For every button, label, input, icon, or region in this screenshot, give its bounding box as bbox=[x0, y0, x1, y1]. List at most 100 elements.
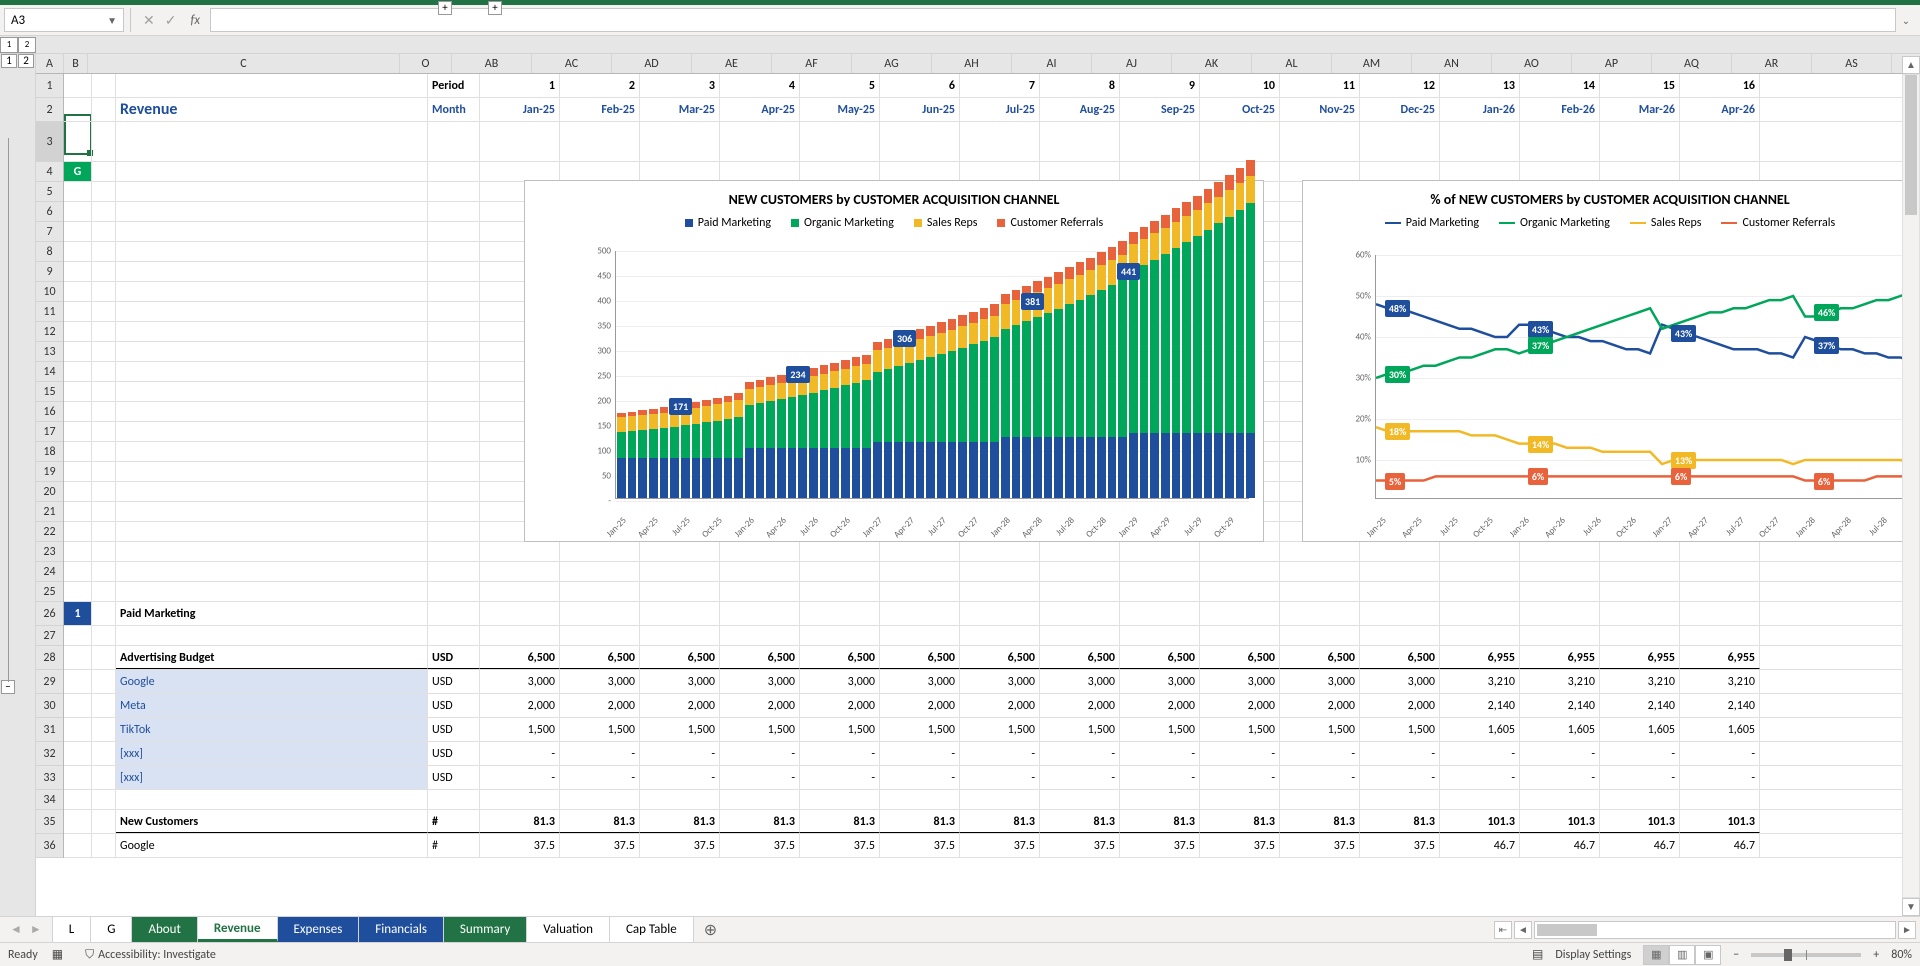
cell[interactable]: New Customers bbox=[116, 810, 428, 833]
g-badge[interactable]: G bbox=[64, 162, 92, 181]
cell[interactable] bbox=[800, 562, 880, 581]
cell[interactable] bbox=[480, 162, 560, 181]
col-header[interactable]: AF bbox=[772, 54, 852, 73]
cell[interactable] bbox=[1360, 602, 1440, 625]
tab-next-icon[interactable]: ► bbox=[30, 922, 42, 937]
cell[interactable] bbox=[1360, 542, 1440, 561]
cell[interactable]: 1,605 bbox=[1520, 718, 1600, 741]
scroll-thumb[interactable] bbox=[1905, 75, 1917, 215]
cell[interactable] bbox=[92, 542, 116, 561]
tab-prev-icon[interactable]: ◄ bbox=[10, 922, 22, 937]
cell[interactable] bbox=[428, 542, 480, 561]
row-header[interactable]: 6 bbox=[36, 202, 63, 222]
cell[interactable]: 37.5 bbox=[800, 834, 880, 857]
cell[interactable] bbox=[428, 442, 480, 461]
section-title[interactable]: Paid Marketing bbox=[116, 602, 428, 625]
row-header[interactable]: 18 bbox=[36, 442, 63, 462]
outline-expand-1[interactable]: + bbox=[438, 1, 452, 15]
cell[interactable] bbox=[1200, 562, 1280, 581]
cell[interactable]: 1,500 bbox=[720, 718, 800, 741]
horizontal-scrollbar[interactable]: ⇤ ◄ ► bbox=[1490, 917, 1920, 942]
cell[interactable]: [xxx] bbox=[116, 766, 428, 789]
cell[interactable]: 81.3 bbox=[1280, 810, 1360, 833]
cell[interactable]: 2,140 bbox=[1520, 694, 1600, 717]
cell[interactable] bbox=[64, 74, 92, 97]
row-header[interactable]: 21 bbox=[36, 502, 63, 522]
cell[interactable] bbox=[92, 562, 116, 581]
cell[interactable]: - bbox=[960, 766, 1040, 789]
cell[interactable] bbox=[1600, 790, 1680, 809]
cell[interactable]: - bbox=[1200, 742, 1280, 765]
cell[interactable]: 3,000 bbox=[1200, 670, 1280, 693]
cell[interactable] bbox=[880, 626, 960, 645]
cell[interactable] bbox=[1440, 626, 1520, 645]
cell[interactable] bbox=[1280, 582, 1360, 601]
row-header[interactable]: 30 bbox=[36, 694, 63, 718]
cell[interactable]: 6,955 bbox=[1600, 646, 1680, 669]
cell[interactable]: USD bbox=[428, 742, 480, 765]
cell[interactable] bbox=[880, 602, 960, 625]
cell[interactable]: 81.3 bbox=[1040, 810, 1120, 833]
tab-g[interactable]: G bbox=[91, 917, 132, 942]
col-header[interactable]: A bbox=[36, 54, 64, 73]
cell[interactable]: - bbox=[1600, 766, 1680, 789]
cell[interactable]: - bbox=[1120, 766, 1200, 789]
cell[interactable] bbox=[1600, 162, 1680, 181]
cell[interactable] bbox=[92, 382, 116, 401]
cell[interactable] bbox=[116, 582, 428, 601]
cell[interactable] bbox=[1680, 542, 1760, 561]
row-header[interactable]: 9 bbox=[36, 262, 63, 282]
cell[interactable] bbox=[560, 602, 640, 625]
cell[interactable] bbox=[1520, 602, 1600, 625]
row-header[interactable]: 1 bbox=[36, 74, 63, 98]
cell[interactable] bbox=[880, 162, 960, 181]
cell[interactable] bbox=[64, 242, 92, 261]
cell[interactable] bbox=[1440, 162, 1520, 181]
cell[interactable] bbox=[720, 602, 800, 625]
cell[interactable]: 3,000 bbox=[1120, 670, 1200, 693]
cell[interactable] bbox=[428, 342, 480, 361]
cell[interactable] bbox=[1600, 122, 1680, 161]
cell[interactable] bbox=[64, 542, 92, 561]
cell[interactable] bbox=[800, 122, 880, 161]
cell[interactable]: 81.3 bbox=[880, 810, 960, 833]
cell[interactable]: 6 bbox=[880, 74, 960, 97]
cell[interactable]: 6,500 bbox=[800, 646, 880, 669]
cell[interactable] bbox=[480, 790, 560, 809]
cell[interactable] bbox=[560, 542, 640, 561]
cell[interactable]: Apr-25 bbox=[720, 98, 800, 121]
cell[interactable]: - bbox=[1280, 742, 1360, 765]
cell[interactable] bbox=[880, 790, 960, 809]
cell[interactable]: 101.3 bbox=[1680, 810, 1760, 833]
chart-pct-customers[interactable]: % of NEW CUSTOMERS by CUSTOMER ACQUISITI… bbox=[1302, 180, 1918, 542]
cell[interactable] bbox=[560, 162, 640, 181]
row-header[interactable]: 15 bbox=[36, 382, 63, 402]
cell[interactable] bbox=[720, 626, 800, 645]
row-header[interactable]: 20 bbox=[36, 482, 63, 502]
cancel-icon[interactable]: ✕ bbox=[143, 12, 155, 29]
cell[interactable] bbox=[1280, 542, 1360, 561]
cell[interactable]: 6,500 bbox=[640, 646, 720, 669]
tab-financials[interactable]: Financials bbox=[359, 917, 444, 942]
cell[interactable] bbox=[92, 322, 116, 341]
cell[interactable] bbox=[1680, 122, 1760, 161]
cell[interactable] bbox=[64, 322, 92, 341]
cell[interactable]: 1,500 bbox=[1200, 718, 1280, 741]
cell[interactable] bbox=[116, 262, 428, 281]
cell[interactable]: - bbox=[960, 742, 1040, 765]
row-header[interactable]: 34 bbox=[36, 790, 63, 810]
cell[interactable]: Period bbox=[428, 74, 480, 97]
cell[interactable]: 3,210 bbox=[1440, 670, 1520, 693]
cell[interactable] bbox=[960, 162, 1040, 181]
cell[interactable]: USD bbox=[428, 718, 480, 741]
cell[interactable]: 12 bbox=[1360, 74, 1440, 97]
cell[interactable]: 6,500 bbox=[960, 646, 1040, 669]
cell[interactable] bbox=[92, 834, 116, 857]
cell[interactable] bbox=[640, 542, 720, 561]
cell[interactable] bbox=[116, 362, 428, 381]
cell[interactable] bbox=[92, 766, 116, 789]
cell[interactable] bbox=[428, 482, 480, 501]
cell[interactable] bbox=[116, 342, 428, 361]
cell[interactable] bbox=[1680, 162, 1760, 181]
col-header[interactable]: AM bbox=[1332, 54, 1412, 73]
